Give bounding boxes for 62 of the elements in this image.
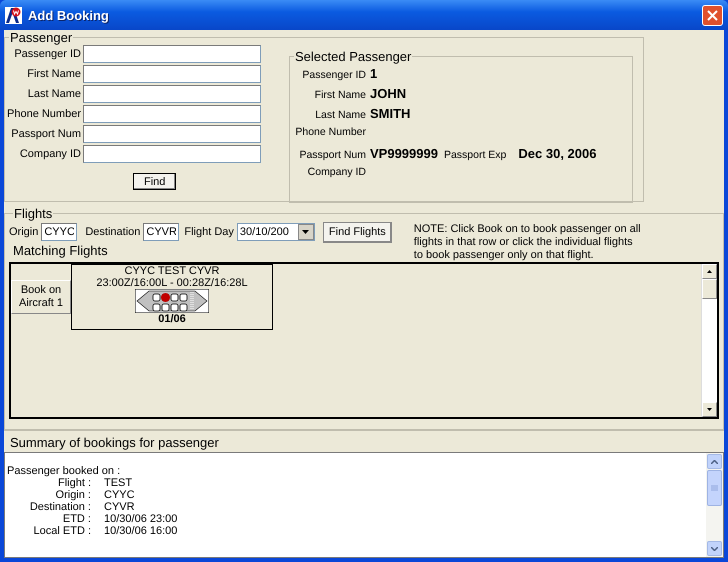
summary-label: Origin : (54, 489, 91, 501)
field-value: SMITH (370, 106, 410, 121)
scrollbar-thumb[interactable] (707, 470, 722, 506)
date-dropdown[interactable]: 30/10/200 (236, 223, 315, 241)
section-label: Matching Flights (13, 243, 108, 258)
close-button[interactable] (702, 4, 723, 26)
field-label: Passenger ID (13, 48, 81, 60)
input-field[interactable] (83, 105, 261, 123)
field-label: Passenger ID (301, 69, 366, 81)
close-icon (707, 10, 718, 20)
input-field[interactable] (83, 125, 261, 143)
group-title: Passenger (9, 30, 74, 45)
field-label: Company ID (18, 148, 81, 160)
field-value: 1 (370, 66, 378, 81)
summary-label: ETD : (62, 513, 91, 525)
summary-value: TEST (104, 477, 132, 489)
input-field[interactable]: CYYC (41, 223, 78, 241)
window-title: Add Booking (28, 8, 110, 22)
find-button[interactable]: Find (133, 173, 176, 190)
field-label: Passport Num (10, 128, 81, 140)
dropdown-arrow-icon (302, 230, 310, 234)
up-arrow-icon (707, 270, 712, 273)
field-value: JOHN (370, 86, 406, 101)
field-label: Phone Number (294, 126, 366, 138)
summary-label: Destination : (28, 501, 91, 513)
input-field[interactable] (83, 65, 261, 83)
flight-card[interactable]: CYYC TEST CYVR 23:00Z/16:00L - 00:28Z/16:28L 01/06 (71, 264, 273, 330)
input-field[interactable] (83, 145, 261, 163)
note-text: NOTE: Click Book on to book passenger on all flights in that row or click the individual flights to book passenger only on that flight. (414, 222, 642, 262)
summary-label: Local ETD : (32, 525, 91, 537)
book-button[interactable]: Book on Aircraft 1 (11, 280, 71, 314)
app-icon (5, 6, 22, 24)
field-label: Phone Number (6, 108, 81, 120)
field-value: VP9999999 (370, 146, 438, 161)
field-label: Flight Day (184, 226, 234, 238)
field-label: First Name (314, 89, 366, 101)
group-title: Flights (13, 206, 54, 221)
input-field[interactable] (83, 85, 261, 103)
field-label: Passport Num (298, 149, 366, 161)
section-label: Summary of bookings for passenger (4, 430, 724, 450)
field-label: First Name (26, 68, 81, 80)
summary-heading: Passenger booked on : (7, 465, 122, 477)
input-field[interactable] (83, 45, 261, 63)
field-label: Company ID (306, 166, 366, 178)
input-field[interactable]: CYVR (143, 223, 180, 241)
field-label: Origin (9, 226, 38, 238)
up-chevron-icon (711, 460, 718, 464)
down-arrow-icon (707, 408, 712, 411)
summary-value: CYVR (104, 501, 135, 513)
grip-icon (711, 485, 718, 491)
summary-value: 10/30/06 16:00 (104, 525, 178, 537)
field-label: Passport Exp (444, 149, 506, 161)
summary-label: Flight : (56, 477, 91, 489)
field-label: Destination (85, 226, 140, 238)
group-title: Selected Passenger (294, 49, 412, 64)
summary-value: CYYC (104, 489, 135, 501)
field-label: Last Name (314, 109, 366, 121)
find-flights-button[interactable]: Find Flights (322, 222, 392, 242)
summary-value: 10/30/06 23:00 (104, 513, 178, 525)
field-value: Dec 30, 2006 (518, 146, 596, 161)
field-label: Last Name (26, 88, 81, 100)
down-chevron-icon (711, 546, 718, 550)
